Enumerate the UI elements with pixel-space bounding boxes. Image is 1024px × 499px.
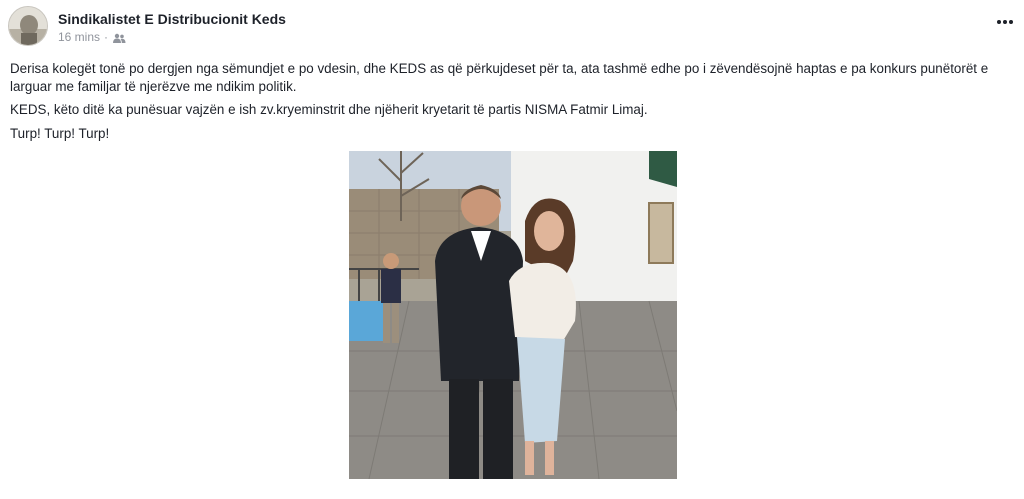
post-card: Sindikalistet E Distribucionit Keds 16 m… bbox=[0, 0, 1024, 499]
author-name[interactable]: Sindikalistet E Distribucionit Keds bbox=[58, 11, 286, 27]
more-options-button[interactable] bbox=[994, 12, 1016, 30]
post-body: Derisa kolegët tonë po dergjen nga sëmun… bbox=[10, 60, 1010, 148]
post-paragraph-2: KEDS, këto ditë ka punësuar vajzën e ish… bbox=[10, 102, 648, 117]
avatar-image bbox=[9, 7, 47, 45]
meta-separator: · bbox=[104, 30, 109, 44]
post-paragraph-1: Derisa kolegët tonë po dergjen nga sëmun… bbox=[10, 61, 989, 94]
post-timestamp[interactable]: 16 mins bbox=[58, 30, 100, 44]
post-paragraph-3: Turp! Turp! Turp! bbox=[10, 125, 110, 141]
friends-icon[interactable] bbox=[112, 32, 126, 43]
photo-image bbox=[349, 151, 677, 479]
more-horizontal-icon bbox=[997, 20, 1013, 24]
post-meta: 16 mins · bbox=[58, 30, 126, 44]
page-avatar[interactable] bbox=[8, 6, 48, 46]
post-photo[interactable] bbox=[349, 151, 677, 479]
